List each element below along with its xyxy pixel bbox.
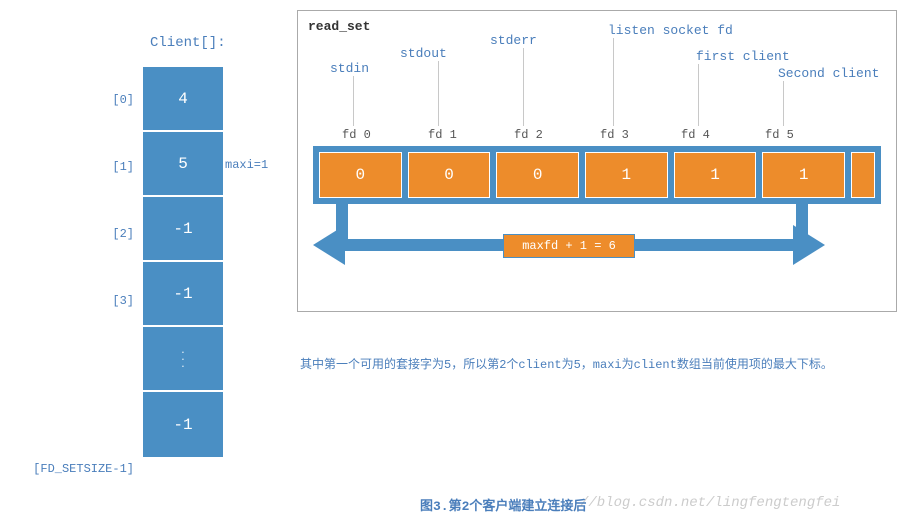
fd-cell: 1 [674,152,757,198]
fd-cell: 0 [319,152,402,198]
client-cell: -1 [143,197,223,262]
figure-caption: 图3.第2个客户端建立连接后 [420,495,586,514]
callout-listen: listen socket fd [608,23,733,38]
fd-label: fd 5 [765,128,794,142]
client-array: 4 5 -1 -1 ... -1 [141,65,225,459]
client-index-0: [0] [14,93,134,107]
readset-panel: read_set stdin stdout stderr listen sock… [297,10,897,312]
maxi-label: maxi=1 [225,158,268,172]
readset-title: read_set [308,19,370,34]
fd-label: fd 4 [681,128,710,142]
fd-cell: 1 [762,152,845,198]
arrow-left-head [313,225,345,265]
fd-label: fd 3 [600,128,629,142]
fd-cell-more [851,152,875,198]
leader-line [523,48,524,126]
client-cell: -1 [143,262,223,327]
callout-stdout: stdout [400,46,447,61]
callout-first: first client [696,49,790,64]
fd-cell: 1 [585,152,668,198]
client-cell: 5 [143,132,223,197]
fd-array: 0 0 0 1 1 1 [313,146,881,204]
arrow-right-head [793,225,825,265]
callout-stderr: stderr [490,33,537,48]
leader-line [613,38,614,126]
client-index-1: [1] [14,160,134,174]
leader-line [698,64,699,126]
fd-label: fd 1 [428,128,457,142]
leader-line [438,61,439,126]
watermark: //blog.csdn.net/lingfengtengfei [580,495,840,511]
leader-line [783,81,784,126]
client-index-2: [2] [14,227,134,241]
explanation-text: 其中第一个可用的套接字为5，所以第2个client为5，maxi为client数… [300,355,833,372]
client-array-title: Client[]: [150,35,226,51]
client-index-3: [3] [14,294,134,308]
maxfd-label: maxfd + 1 = 6 [503,234,635,258]
client-cell: 4 [143,67,223,132]
callout-stdin: stdin [330,61,369,76]
leader-line [353,76,354,126]
fd-label: fd 0 [342,128,371,142]
fd-cell: 0 [496,152,579,198]
fd-cell: 0 [408,152,491,198]
callout-second: Second client [778,66,879,81]
client-cell: -1 [143,392,223,457]
client-index-last: [FD_SETSIZE-1] [14,462,134,476]
client-cell-ellipsis: ... [143,327,223,392]
fd-label: fd 2 [514,128,543,142]
